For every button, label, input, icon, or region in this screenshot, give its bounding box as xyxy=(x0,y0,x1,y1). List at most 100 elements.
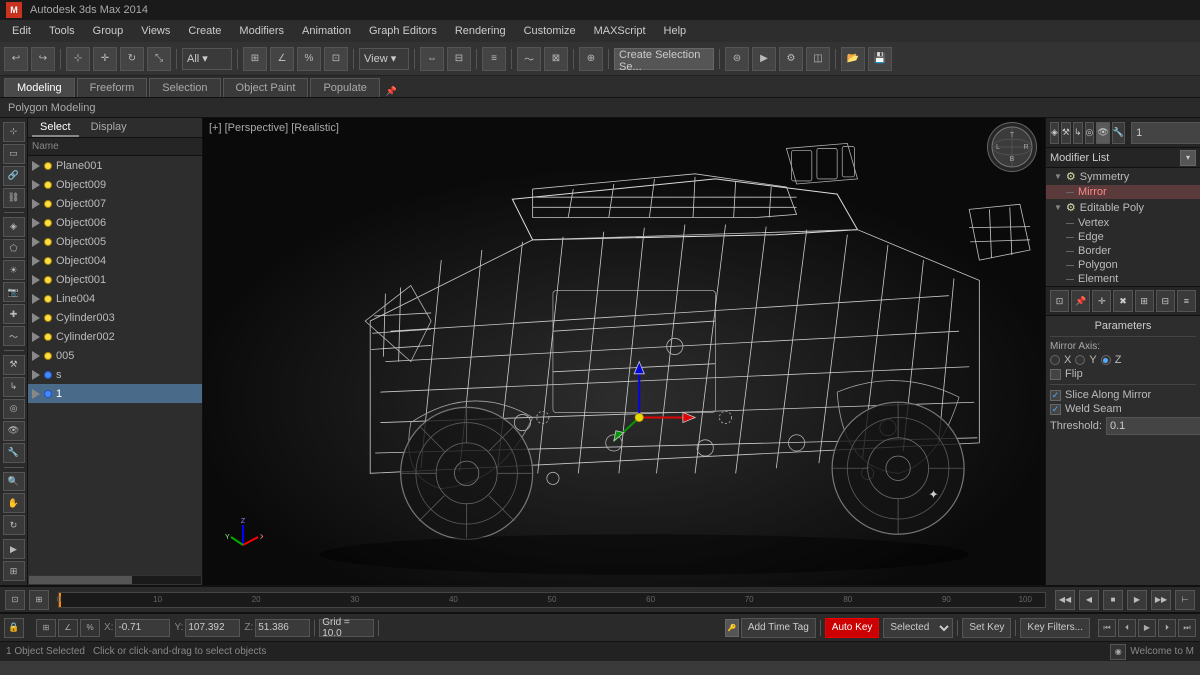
hierarchy-panel-btn[interactable]: ↳ xyxy=(1073,122,1083,144)
visibility-bulb[interactable] xyxy=(44,181,52,189)
visibility-bulb[interactable] xyxy=(44,238,52,246)
select-region[interactable]: ▭ xyxy=(3,144,25,164)
scene-scroll-thumb[interactable] xyxy=(29,576,132,584)
menu-animation[interactable]: Animation xyxy=(294,23,359,39)
radio-y[interactable] xyxy=(1075,355,1085,365)
scene-undo-btn[interactable]: ⊡ xyxy=(5,590,25,610)
visibility-bulb[interactable] xyxy=(44,295,52,303)
utilities-panel[interactable]: 🔧 xyxy=(3,443,25,463)
tab-object-paint[interactable]: Object Paint xyxy=(223,78,309,97)
shape-tool[interactable]: ⬠ xyxy=(3,239,25,259)
create-selection-input[interactable]: Create Selection Se... xyxy=(614,48,714,70)
modifier-editable-poly[interactable]: ▼ ⚙ Editable Poly xyxy=(1046,199,1200,216)
scene-item-object005[interactable]: Object005 xyxy=(28,232,202,251)
timeline-play[interactable]: ▶ xyxy=(1127,590,1147,610)
pb-play[interactable]: ▶ xyxy=(1138,619,1156,637)
modifier-list-header[interactable]: Modifier List ▾ xyxy=(1046,148,1200,168)
menu-edit[interactable]: Edit xyxy=(4,23,39,39)
redo-btn[interactable]: ↪ xyxy=(31,47,55,71)
threshold-input[interactable] xyxy=(1106,417,1200,435)
timeline-last-frame[interactable]: ⊢ xyxy=(1175,590,1195,610)
pb-prev-frame[interactable]: ⏴ xyxy=(1118,619,1136,637)
menu-modifiers[interactable]: Modifiers xyxy=(231,23,292,39)
scene-item-cylinder002[interactable]: Cylinder002 xyxy=(28,327,202,346)
link-tool[interactable]: 🔗 xyxy=(3,166,25,186)
zoom-tool[interactable]: 🔍 xyxy=(3,472,25,492)
wire-param-btn[interactable]: ⊕ xyxy=(579,47,603,71)
render-frame-btn[interactable]: ◫ xyxy=(806,47,830,71)
save-btn[interactable]: 💾 xyxy=(868,47,892,71)
create-geom[interactable]: ◈ xyxy=(3,217,25,237)
create-panel-btn[interactable]: ◈ xyxy=(1050,122,1059,144)
viewport-nav[interactable]: T B L R xyxy=(987,122,1037,172)
bind-tool[interactable]: ⛓ xyxy=(3,188,25,208)
scene-item-object001[interactable]: Object001 xyxy=(28,270,202,289)
modifier-polygon[interactable]: Polygon xyxy=(1046,258,1200,272)
snap-btn[interactable]: ⊞ xyxy=(243,47,267,71)
display-panel[interactable]: 👁 xyxy=(3,421,25,441)
viewport[interactable]: [+] [Perspective] [Realistic] T B L R xyxy=(203,118,1045,585)
helper-tool[interactable]: ✚ xyxy=(3,304,25,324)
visibility-bulb[interactable] xyxy=(44,314,52,322)
undo-btn[interactable]: ↩ xyxy=(4,47,28,71)
align-btn[interactable]: ⊟ xyxy=(447,47,471,71)
menu-help[interactable]: Help xyxy=(656,23,695,39)
scene-prev-btn[interactable]: ⊞ xyxy=(29,590,49,610)
filter-dropdown[interactable]: All ▾ xyxy=(182,48,232,70)
scene-item-object009[interactable]: Object009 xyxy=(28,175,202,194)
grid-view-btn[interactable]: ⊞ xyxy=(3,561,25,581)
scene-item-s[interactable]: s xyxy=(28,365,202,384)
visibility-bulb[interactable] xyxy=(44,371,52,379)
render-btn[interactable]: ▶ xyxy=(752,47,776,71)
hierarchy-panel[interactable]: ↳ xyxy=(3,377,25,397)
tab-selection[interactable]: Selection xyxy=(149,78,220,97)
percent-snap-btn[interactable]: % xyxy=(297,47,321,71)
modifier-mirror[interactable]: Mirror xyxy=(1046,185,1200,199)
modifier-value-input[interactable] xyxy=(1131,122,1200,144)
menu-customize[interactable]: Customize xyxy=(516,23,584,39)
modifier-element[interactable]: Element xyxy=(1046,272,1200,286)
menu-views[interactable]: Views xyxy=(133,23,178,39)
menu-group[interactable]: Group xyxy=(85,23,132,39)
visibility-bulb[interactable] xyxy=(44,390,52,398)
set-key-btn[interactable]: Set Key xyxy=(962,618,1011,638)
radio-x[interactable] xyxy=(1050,355,1060,365)
add-time-tag-btn[interactable]: Add Time Tag xyxy=(741,618,816,638)
layer-mgr-btn[interactable]: ≡ xyxy=(482,47,506,71)
scene-scroll[interactable] xyxy=(28,575,202,585)
motion-panel-btn[interactable]: ◎ xyxy=(1085,122,1095,144)
scale-btn[interactable]: ⤡ xyxy=(147,47,171,71)
scene-item-cylinder003[interactable]: Cylinder003 xyxy=(28,308,202,327)
weld-seam-checkbox[interactable]: ✓ xyxy=(1050,404,1061,415)
modifier-edge[interactable]: Edge xyxy=(1046,230,1200,244)
curve-editor-btn[interactable]: 〜 xyxy=(517,47,541,71)
modify-panel-btn[interactable]: ⚒ xyxy=(1061,122,1071,144)
visibility-bulb[interactable] xyxy=(44,333,52,341)
scene-item-plane001[interactable]: Plane001 xyxy=(28,156,202,175)
scene-item-object006[interactable]: Object006 xyxy=(28,213,202,232)
light-tool[interactable]: ☀ xyxy=(3,260,25,280)
menu-maxscript[interactable]: MAXScript xyxy=(586,23,654,39)
modifier-vertex[interactable]: Vertex xyxy=(1046,216,1200,230)
key-mode-dropdown[interactable]: Selected xyxy=(883,618,953,638)
modifier-stack-btn5[interactable]: ⊞ xyxy=(1135,290,1154,312)
modifier-symmetry[interactable]: ▼ ⚙ Symmetry xyxy=(1046,168,1200,185)
expand-btn[interactable]: ▶ xyxy=(3,539,25,559)
timeline-next-frame[interactable]: ▶▶ xyxy=(1151,590,1171,610)
visibility-bulb[interactable] xyxy=(44,257,52,265)
modifier-stack-btn2[interactable]: 📌 xyxy=(1071,290,1090,312)
pan-tool[interactable]: ✋ xyxy=(3,493,25,513)
scene-item-005[interactable]: 005 xyxy=(28,346,202,365)
render-setup-btn[interactable]: ⚙ xyxy=(779,47,803,71)
visibility-bulb[interactable] xyxy=(44,219,52,227)
select-btn[interactable]: ⊹ xyxy=(66,47,90,71)
menu-create[interactable]: Create xyxy=(180,23,229,39)
pb-skip-end[interactable]: ⏭ xyxy=(1178,619,1196,637)
modifier-stack-btn3[interactable]: ✛ xyxy=(1092,290,1111,312)
scene-tab-select[interactable]: Select xyxy=(32,119,79,137)
tab-modeling[interactable]: Modeling xyxy=(4,78,75,97)
open-btn[interactable]: 📂 xyxy=(841,47,865,71)
auto-key-btn[interactable]: Auto Key xyxy=(825,618,880,638)
modifier-stack-btn7[interactable]: ≡ xyxy=(1177,290,1196,312)
spacewarp-tool[interactable]: 〜 xyxy=(3,326,25,346)
